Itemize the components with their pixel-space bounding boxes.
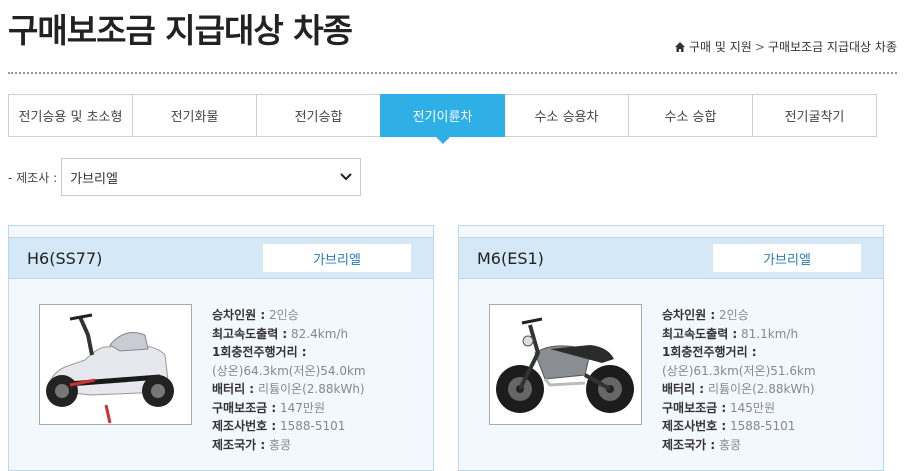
tab-ev-bus[interactable]: 전기승합 bbox=[256, 94, 381, 137]
card-header: M6(ES1) 가브리엘 bbox=[459, 237, 883, 279]
chevron-right-icon: > bbox=[754, 39, 765, 54]
manufacturer-filter: - 제조사 : 가브리엘 bbox=[8, 158, 362, 196]
spec-speed: 최고속도출력 : 82.4km/h bbox=[212, 326, 349, 341]
vehicle-card: M6(ES1) 가브리엘 승차인원 : 2인승 최고속도출력 : 81.1km/… bbox=[458, 225, 884, 471]
spec-range: (상온)64.3km(저온)54.0km bbox=[212, 363, 366, 378]
tab-ev-cargo[interactable]: 전기화물 bbox=[132, 94, 257, 137]
scooter-photo bbox=[39, 304, 192, 425]
spec-phone: 제조사번호 : 1588-5101 bbox=[212, 419, 346, 433]
model-name: H6(SS77) bbox=[27, 249, 103, 268]
breadcrumb-item[interactable]: 구매 및 지원 bbox=[689, 38, 752, 55]
tab-ev-motorcycle[interactable]: 전기이륜차 bbox=[380, 94, 505, 144]
select-value: 가브리엘 bbox=[70, 171, 118, 187]
motorcycle-photo bbox=[489, 304, 642, 425]
spec-subsidy: 구매보조금 : 147만원 bbox=[212, 400, 326, 415]
motorcycle-icon bbox=[496, 317, 634, 413]
spec-phone: 제조사번호 : 1588-5101 bbox=[662, 419, 796, 433]
tab-hydrogen-passenger[interactable]: 수소 승용차 bbox=[504, 94, 629, 137]
spec-battery: 배터리 : 리튬이온(2.88kWh) bbox=[212, 382, 365, 396]
vehicle-card: H6(SS77) 가브리엘 승차인원 : 2인승 최고속도출력 : 82.4km… bbox=[8, 225, 434, 471]
spec-country: 제조국가 : 홍콩 bbox=[662, 437, 742, 452]
card-header: H6(SS77) 가브리엘 bbox=[9, 237, 433, 279]
category-tabs: 전기승용 및 초소형 전기화물 전기승합 전기이륜차 수소 승용차 수소 승합 … bbox=[8, 94, 877, 144]
model-name: M6(ES1) bbox=[477, 249, 544, 268]
filter-label: - 제조사 : bbox=[8, 170, 58, 185]
manufacturer-select[interactable]: 가브리엘 bbox=[61, 158, 362, 196]
spec-speed: 최고속도출력 : 81.1km/h bbox=[662, 326, 799, 341]
spec-range-label: 1회충전주행거리 : bbox=[662, 345, 757, 359]
spec-range-label: 1회충전주행거리 : bbox=[212, 345, 307, 359]
spec-passengers: 승차인원 : 2인승 bbox=[662, 308, 749, 322]
spec-range: (상온)61.3km(저온)51.6km bbox=[662, 363, 816, 378]
maker-button[interactable]: 가브리엘 bbox=[712, 243, 862, 273]
breadcrumb-item[interactable]: 구매보조금 지급대상 차종 bbox=[768, 38, 897, 55]
chevron-down-icon bbox=[340, 173, 352, 181]
spec-passengers: 승차인원 : 2인승 bbox=[212, 308, 299, 322]
spec-subsidy: 구매보조금 : 145만원 bbox=[662, 400, 776, 415]
page-title: 구매보조금 지급대상 차종 bbox=[8, 11, 353, 50]
spec-battery: 배터리 : 리튬이온(2.88kWh) bbox=[662, 382, 815, 396]
breadcrumb: 구매 및 지원 > 구매보조금 지급대상 차종 bbox=[674, 38, 897, 55]
tab-hydrogen-bus[interactable]: 수소 승합 bbox=[628, 94, 753, 137]
tab-ev-excavator[interactable]: 전기굴착기 bbox=[752, 94, 877, 137]
maker-button[interactable]: 가브리엘 bbox=[262, 243, 412, 273]
spec-list: 승차인원 : 2인승 최고속도출력 : 82.4km/h 1회충전주행거리 : … bbox=[212, 306, 366, 454]
tab-ev-passenger[interactable]: 전기승용 및 초소형 bbox=[8, 94, 133, 137]
spec-list: 승차인원 : 2인승 최고속도출력 : 81.1km/h 1회충전주행거리 : … bbox=[662, 306, 816, 454]
spec-country: 제조국가 : 홍콩 bbox=[212, 437, 292, 452]
home-icon[interactable] bbox=[674, 41, 686, 53]
divider bbox=[8, 72, 897, 74]
scooter-icon bbox=[46, 313, 174, 424]
